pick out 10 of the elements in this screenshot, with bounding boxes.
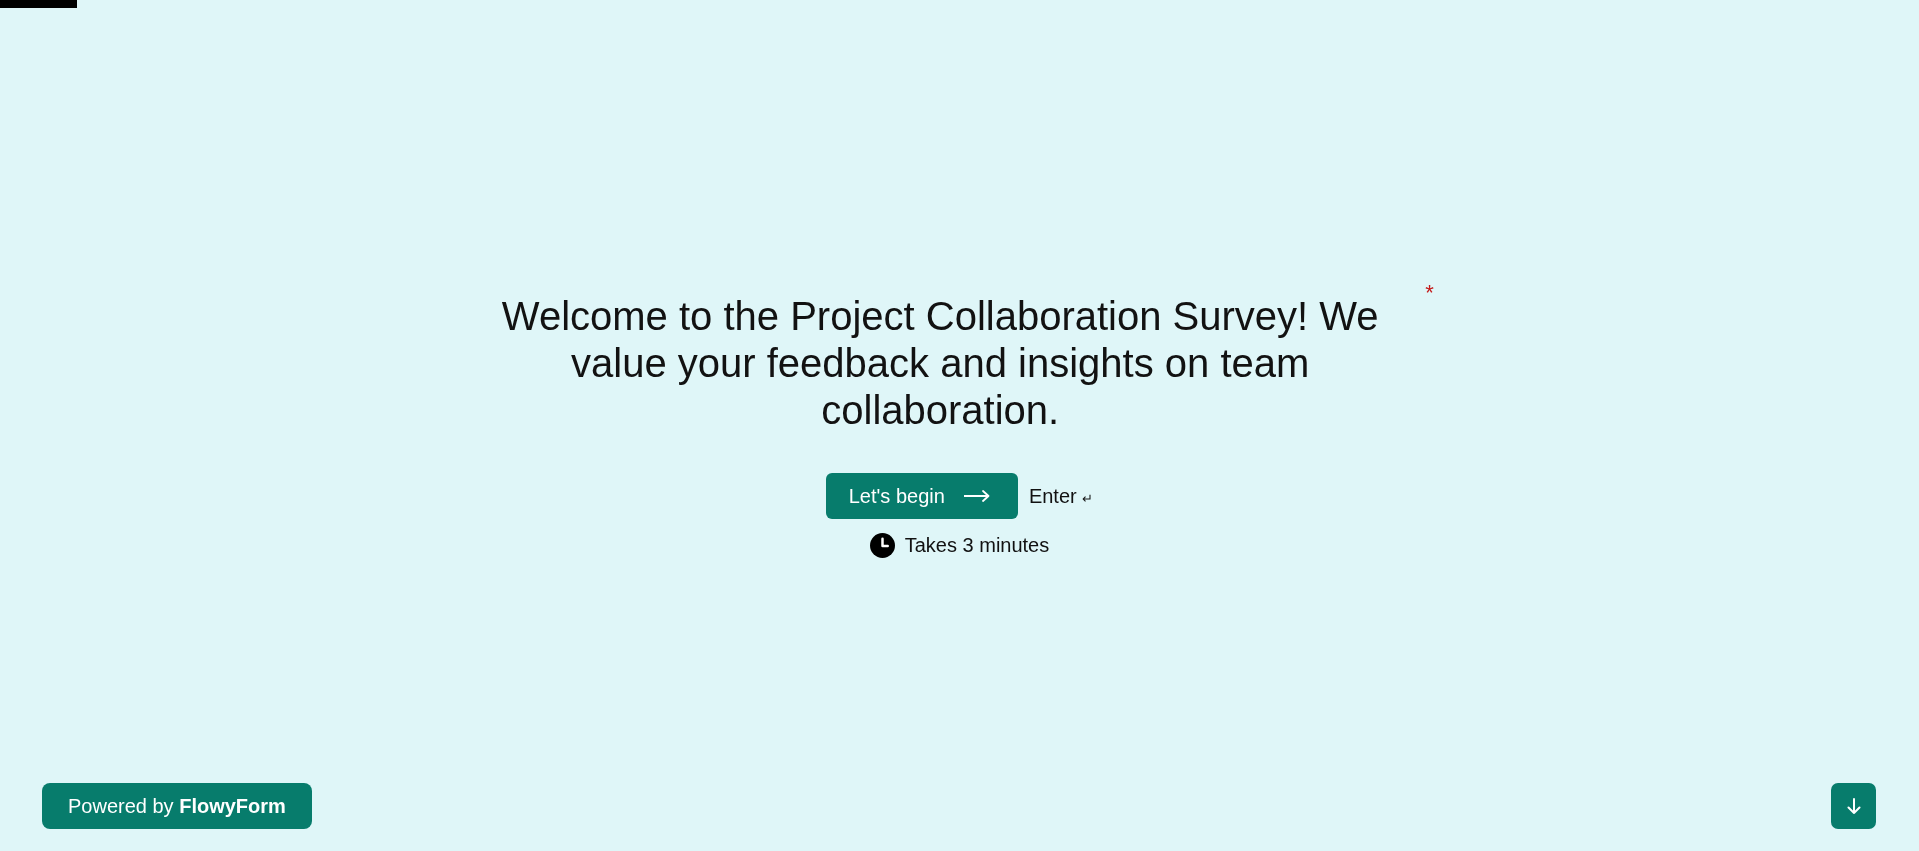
next-button[interactable] [1831,783,1876,829]
required-asterisk: * [1425,281,1434,305]
welcome-heading: Welcome to the Project Collaboration Survey! We value your feedback and insights on team collaboration. [500,293,1380,434]
powered-by-badge[interactable]: Powered by FlowyForm [42,783,312,829]
enter-key-hint: Enter ↵ [1028,484,1094,508]
start-button[interactable]: Let's begin [825,473,1018,519]
duration-text: Takes 3 minutes [904,534,1050,557]
clock-icon [869,533,895,558]
arrow-right-icon [963,490,990,502]
arrow-down-icon [1846,798,1861,814]
